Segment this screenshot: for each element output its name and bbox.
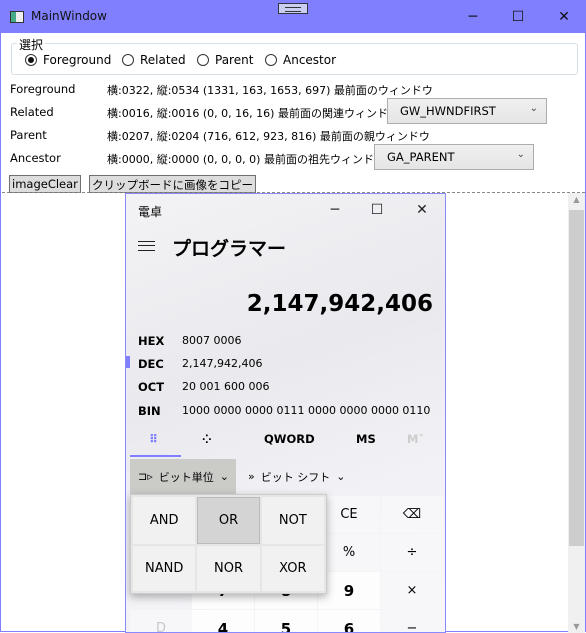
drag-grip-icon[interactable] <box>278 3 308 14</box>
op-xor: XOR <box>261 546 324 591</box>
calc-title: 電卓 <box>138 205 163 219</box>
calc-minimize-icon: ─ <box>330 202 340 218</box>
key-percent: % <box>318 534 380 571</box>
radix-dec-label: DEC <box>138 357 164 371</box>
radio-parent[interactable]: Parent <box>197 53 253 67</box>
dec-indicator <box>126 356 130 368</box>
logic-gate-icon: ⊐▹ <box>138 470 153 483</box>
radix-oct-label: OCT <box>138 380 165 394</box>
key-6: 6 <box>318 610 380 632</box>
calc-close-icon: ✕ <box>416 202 428 218</box>
scroll-up-icon[interactable]: ▲ <box>568 195 585 204</box>
related-label: Related <box>10 105 54 119</box>
bitwise-button: ⊐▹ ビット単位 ⌄ <box>130 459 236 494</box>
bitshift-icon: » <box>248 470 255 483</box>
minimize-button[interactable]: ─ <box>450 1 496 33</box>
foreground-info: 横:0322, 縦:0534 (1331, 163, 1653, 697) 最前… <box>107 84 433 97</box>
memory-store: MS <box>356 432 376 446</box>
chevron-down-icon: ⌄ <box>529 103 538 114</box>
radix-bin-value: 1000 0000 0000 0111 0000 0000 0000 0110 <box>182 404 431 417</box>
radix-oct-value: 20 001 600 006 <box>182 380 270 393</box>
combo-value: GA_PARENT <box>387 150 455 164</box>
radio-checked-icon <box>25 54 37 66</box>
foreground-label: Foreground <box>10 82 76 96</box>
related-info: 横:0016, 縦:0016 (0, 0, 16, 16) 最前面の関連ウィンド… <box>107 107 399 120</box>
calc-display: 2,147,942,406 <box>246 291 433 317</box>
app-icon <box>10 11 24 23</box>
keypad-icon: ⠿ <box>149 432 158 446</box>
hamburger-icon <box>138 241 155 251</box>
op-nand: NAND <box>133 546 196 591</box>
bitshift-button: » ビット シフト ⌄ <box>240 459 360 494</box>
vertical-scrollbar[interactable]: ▲ ▼ <box>568 193 585 633</box>
op-or: OR <box>197 497 260 544</box>
key-divide: ÷ <box>381 534 443 571</box>
ancestor-label: Ancestor <box>10 151 61 165</box>
radio-unchecked-icon <box>265 54 277 66</box>
radio-label: Parent <box>215 53 254 67</box>
memory-list: M˅ <box>407 432 425 446</box>
copy-image-button[interactable]: クリップボードに画像をコピー <box>89 175 256 193</box>
key-5: 5 <box>255 610 317 632</box>
close-button[interactable]: ✕ <box>541 1 586 33</box>
main-window: MainWindow ─ ☐ ✕ 選択 Foreground Related P… <box>0 0 586 633</box>
maximize-button[interactable]: ☐ <box>495 1 541 33</box>
radix-dec-value: 2,147,942,406 <box>182 357 263 370</box>
ancestor-combo[interactable]: GA_PARENT ⌄ <box>374 144 534 170</box>
key-9: 9 <box>318 572 380 609</box>
radix-hex-label: HEX <box>138 334 165 348</box>
radix-hex-value: 8007 0006 <box>182 334 242 347</box>
scroll-thumb[interactable] <box>569 210 584 546</box>
op-not: NOT <box>261 497 324 544</box>
radio-label: Ancestor <box>283 53 337 67</box>
radio-foreground[interactable]: Foreground <box>25 53 111 67</box>
calc-maximize-icon: ☐ <box>370 202 384 218</box>
bit-toggle-icon: ⁘ <box>202 432 212 446</box>
radio-label: Related <box>140 53 186 67</box>
calc-mode: プログラマー <box>172 238 287 260</box>
radix-bin-label: BIN <box>138 404 161 418</box>
chevron-down-icon: ⌄ <box>516 149 525 160</box>
calculator-screenshot: 電卓 ─ ☐ ✕ プログラマー 2,147,942,406 HEX 8007 0… <box>125 193 446 633</box>
key-minus: − <box>381 610 443 632</box>
selection-group-label: 選択 <box>17 36 46 53</box>
scroll-down-icon[interactable]: ▼ <box>568 622 585 631</box>
chevron-down-icon: ⌄ <box>219 470 229 483</box>
tab-underline <box>130 455 181 457</box>
radio-related[interactable]: Related <box>122 53 186 67</box>
key-multiply: × <box>381 572 443 609</box>
radio-unchecked-icon <box>197 54 209 66</box>
word-size: QWORD <box>264 432 315 446</box>
op-nor: NOR <box>197 546 260 591</box>
radio-unchecked-icon <box>122 54 134 66</box>
radio-label: Foreground <box>43 53 112 67</box>
title-bar[interactable]: MainWindow ─ ☐ ✕ <box>1 1 586 33</box>
key-ce: CE <box>318 496 380 533</box>
parent-label: Parent <box>10 128 47 142</box>
combo-value: GW_HWNDFIRST <box>400 104 496 118</box>
bitshift-label: ビット シフト <box>260 470 331 484</box>
ancestor-info: 横:0000, 縦:0000 (0, 0, 0, 0) 最前面の祖先ウィンドウ <box>107 153 385 166</box>
image-clear-button[interactable]: imageClear <box>9 175 81 193</box>
parent-info: 横:0207, 縦:0204 (716, 612, 923, 816) 最前面の… <box>107 130 430 143</box>
radio-ancestor[interactable]: Ancestor <box>265 53 336 67</box>
key-backspace: ⌫ <box>381 496 443 533</box>
chevron-down-icon: ⌄ <box>336 470 346 483</box>
key-d: D <box>130 610 192 632</box>
window-title: MainWindow <box>31 9 107 23</box>
bitwise-label: ビット単位 <box>158 470 214 484</box>
related-combo[interactable]: GW_HWNDFIRST ⌄ <box>387 98 547 124</box>
op-and: AND <box>133 497 196 544</box>
key-4: 4 <box>192 610 254 632</box>
bitwise-popup: AND OR NOT NAND NOR XOR <box>130 494 327 594</box>
